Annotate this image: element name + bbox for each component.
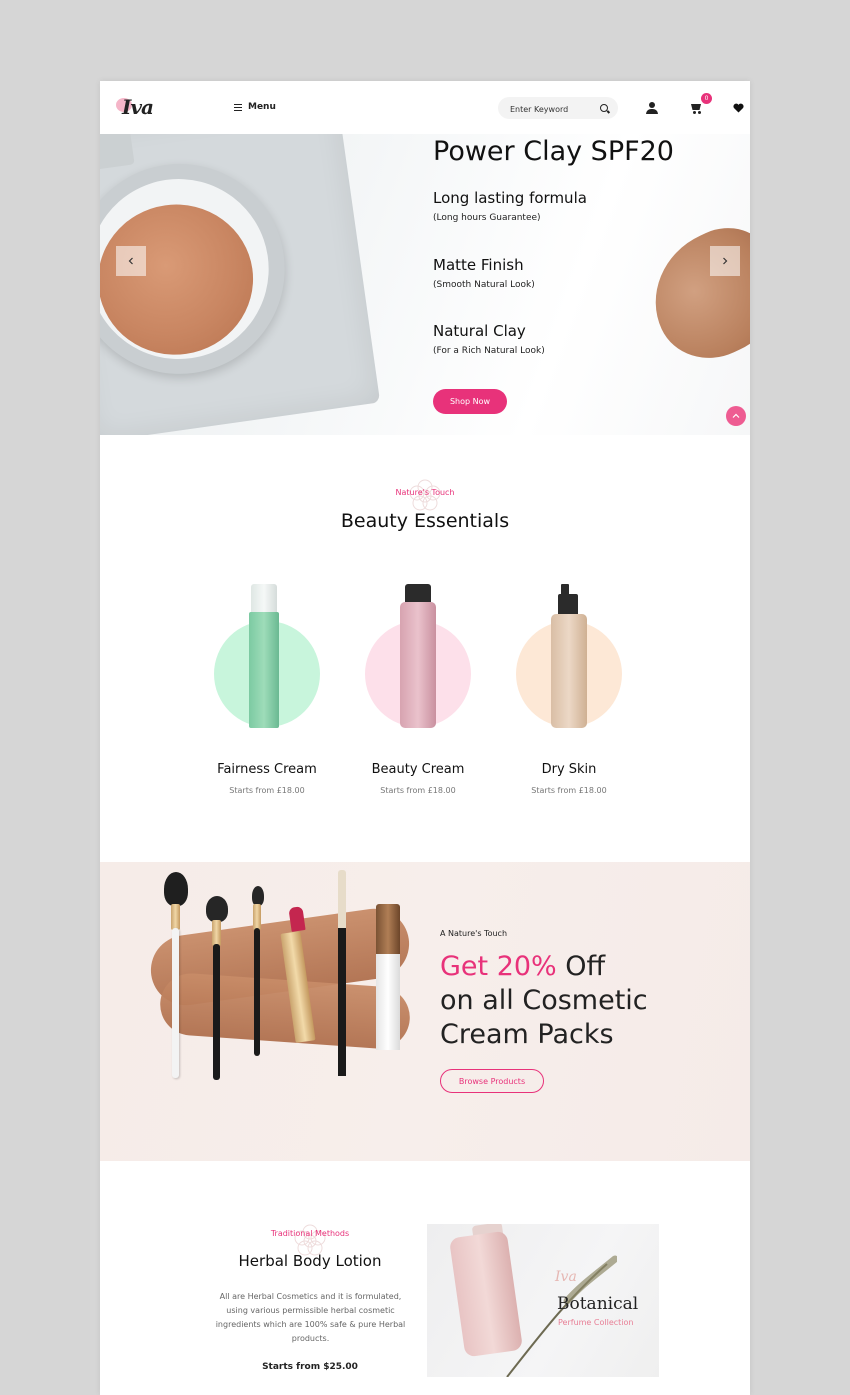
feature-subtitle: (Smooth Natural Look) bbox=[433, 280, 535, 290]
feature-title: Natural Clay bbox=[433, 322, 526, 340]
search-input[interactable] bbox=[508, 101, 597, 117]
feature-subtitle: (Long hours Guarantee) bbox=[433, 213, 541, 223]
site-header: Iva Menu 0 bbox=[100, 81, 750, 134]
hero-feature: Natural Clay (For a Rich Natural Look) bbox=[433, 322, 545, 356]
herbal-title: Herbal Body Lotion bbox=[238, 1252, 382, 1270]
dry-skin-bottle bbox=[551, 614, 587, 728]
hero-slider: Power Clay SPF20 Long lasting formula (L… bbox=[100, 134, 750, 435]
feature-title: Long lasting formula bbox=[433, 189, 587, 207]
concealer-tube bbox=[376, 954, 400, 1050]
product-price: Starts from £18.00 bbox=[229, 786, 305, 795]
menu-icon bbox=[234, 103, 242, 111]
chevron-right-icon bbox=[723, 257, 728, 265]
hero-feature: Long lasting formula (Long hours Guarant… bbox=[433, 189, 587, 223]
page: Iva Menu 0 Power Clay SPF20 bbox=[100, 81, 750, 1395]
user-icon[interactable] bbox=[646, 102, 658, 114]
foundation-swatch-image bbox=[632, 212, 750, 376]
section-subtitle: Nature's Touch bbox=[395, 488, 455, 497]
cart-icon[interactable] bbox=[690, 102, 702, 114]
fairness-cream-bottle bbox=[249, 612, 279, 728]
browse-products-button[interactable]: Browse Products bbox=[440, 1069, 544, 1093]
logo-text: Iva bbox=[122, 95, 154, 119]
menu-button[interactable]: Menu bbox=[234, 102, 276, 112]
promo-subtitle: A Nature's Touch bbox=[440, 929, 508, 938]
promo-banner: A Nature's Touch Get 20% Off on all Cosm… bbox=[100, 862, 750, 1161]
makeup-smear bbox=[158, 971, 412, 1051]
lipstick-bullet bbox=[288, 906, 306, 932]
eye-pencil bbox=[338, 928, 346, 1076]
promo-headline-line: Cream Packs bbox=[440, 1019, 614, 1050]
herbal-description: All are Herbal Cosmetics and it is formu… bbox=[215, 1292, 406, 1343]
herbal-subtitle: Traditional Methods bbox=[270, 1229, 350, 1238]
menu-label: Menu bbox=[248, 102, 276, 112]
scroll-to-top-button[interactable] bbox=[726, 406, 746, 426]
promo-discount: Get 20% bbox=[440, 951, 557, 982]
makeup-brush bbox=[254, 928, 260, 1056]
botanical-banner[interactable]: Iva Botanical Perfume Collection bbox=[427, 1224, 659, 1377]
chevron-left-icon bbox=[128, 257, 133, 265]
hero-title: Power Clay SPF20 bbox=[433, 136, 674, 167]
logo[interactable]: Iva bbox=[114, 93, 154, 123]
botanical-subtitle: Perfume Collection bbox=[558, 1318, 634, 1327]
chevron-up-icon bbox=[732, 413, 740, 418]
promo-headline: Get 20% Off on all Cosmetic Cream Packs bbox=[440, 950, 648, 1052]
herbal-price: Starts from $25.00 bbox=[262, 1362, 358, 1372]
beauty-cream-bottle bbox=[400, 602, 436, 728]
section-title: Beauty Essentials bbox=[340, 510, 510, 532]
heart-icon[interactable] bbox=[733, 103, 744, 113]
search-icon[interactable] bbox=[600, 104, 608, 112]
promo-headline-line: on all Cosmetic bbox=[440, 985, 648, 1016]
product-name[interactable]: Dry Skin bbox=[494, 762, 644, 777]
slider-prev-button[interactable] bbox=[116, 246, 146, 276]
botanical-script: Iva bbox=[555, 1269, 577, 1285]
product-name[interactable]: Beauty Cream bbox=[343, 762, 493, 777]
feature-subtitle: (For a Rich Natural Look) bbox=[433, 346, 545, 356]
product-price: Starts from £18.00 bbox=[380, 786, 456, 795]
shop-now-button[interactable]: Shop Now bbox=[433, 389, 507, 414]
compact-image bbox=[100, 134, 381, 435]
makeup-brush bbox=[172, 928, 179, 1078]
slider-next-button[interactable] bbox=[710, 246, 740, 276]
hero-feature: Matte Finish (Smooth Natural Look) bbox=[433, 256, 535, 290]
search-box bbox=[498, 97, 618, 119]
botanical-title: Botanical bbox=[557, 1294, 639, 1314]
cart-count-badge: 0 bbox=[701, 93, 712, 104]
makeup-brush bbox=[213, 944, 220, 1080]
product-price: Starts from £18.00 bbox=[531, 786, 607, 795]
product-name[interactable]: Fairness Cream bbox=[192, 762, 342, 777]
feature-title: Matte Finish bbox=[433, 256, 524, 274]
promo-headline-part: Off bbox=[556, 951, 606, 982]
